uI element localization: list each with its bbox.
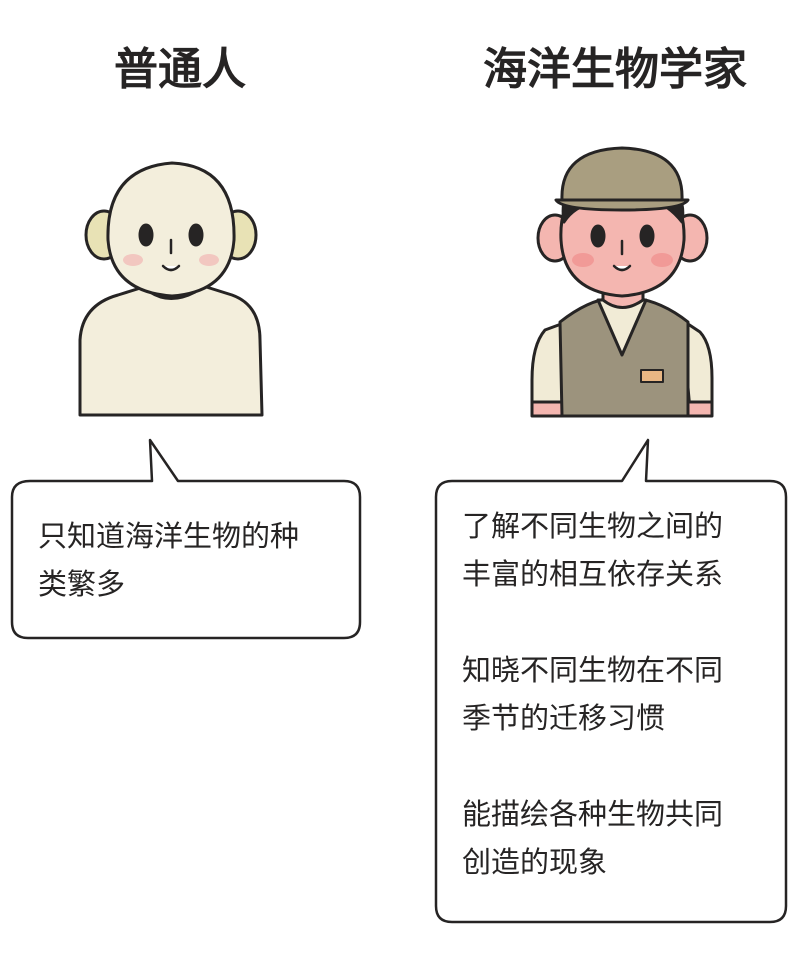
bubble-right-line: 了解不同生物之间的 xyxy=(462,509,724,543)
bubble-right-text: 了解不同生物之间的 丰富的相互依存关系 知晓不同生物在不同 季节的迁移习惯 能描… xyxy=(462,502,723,886)
bubble-right-line: 知晓不同生物在不同 xyxy=(462,653,724,687)
bubble-right-point: 能描绘各种生物共同 创造的现象 xyxy=(462,790,723,886)
bubble-right-line: 能描绘各种生物共同 xyxy=(462,797,724,831)
bubble-right-line: 创造的现象 xyxy=(462,845,608,879)
ordinary-person-figure xyxy=(78,161,264,417)
bubble-left-line: 只知道海洋生物的种 xyxy=(38,519,300,553)
bubble-left-line: 类繁多 xyxy=(38,567,126,601)
bubble-right-line: 丰富的相互依存关系 xyxy=(462,557,724,591)
marine-biologist-figure xyxy=(530,146,714,418)
bubble-right-point: 知晓不同生物在不同 季节的迁移习惯 xyxy=(462,646,723,742)
bubble-right-point: 了解不同生物之间的 丰富的相互依存关系 xyxy=(462,502,723,598)
bubble-left-text: 只知道海洋生物的种 类繁多 xyxy=(38,512,299,608)
bubble-right-line: 季节的迁移习惯 xyxy=(462,701,666,735)
